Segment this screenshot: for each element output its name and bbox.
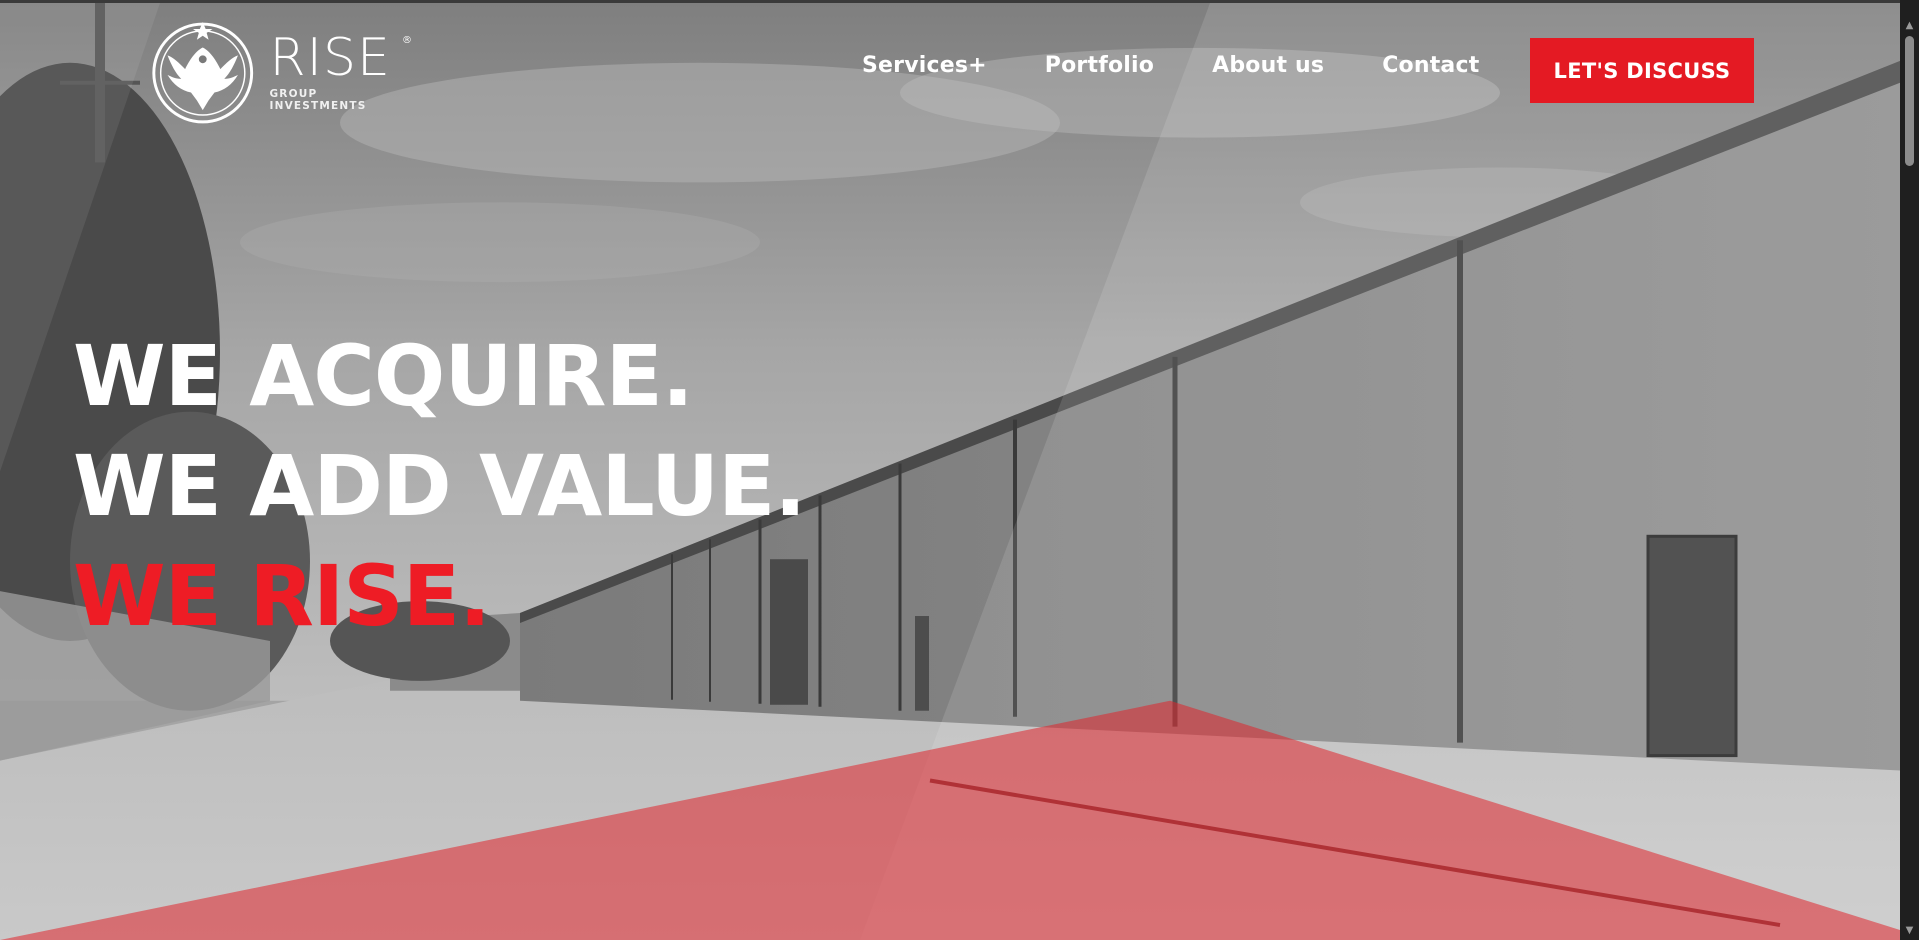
headline-line-acquire: WE ACQUIRE.: [73, 327, 694, 425]
headline-line-rise: WE RISE.: [73, 547, 491, 645]
hero-headline: WE ACQUIRE. WE ADD VALUE. WE RISE.: [73, 321, 806, 651]
nav-about[interactable]: About us: [1212, 53, 1324, 78]
hero-section: RISE GROUP INVESTMENTS ® Services+ Portf…: [0, 0, 1900, 940]
chevron-down-icon[interactable]: ▼: [1900, 921, 1919, 940]
brand-logo[interactable]: RISE GROUP INVESTMENTS: [146, 17, 416, 127]
registered-mark: ®: [402, 35, 412, 46]
chevron-up-icon[interactable]: ▲: [1900, 16, 1919, 35]
lets-discuss-button[interactable]: LET'S DISCUSS: [1530, 38, 1754, 103]
nav-portfolio[interactable]: Portfolio: [1045, 53, 1154, 78]
main-nav: Services+ Portfolio About us Contact: [862, 53, 1537, 78]
phoenix-emblem-icon: [152, 22, 254, 124]
headline-line-add-value: WE ADD VALUE.: [73, 437, 806, 535]
nav-services[interactable]: Services+: [862, 53, 987, 78]
nav-contact[interactable]: Contact: [1382, 53, 1479, 78]
brand-tagline: GROUP INVESTMENTS: [269, 88, 367, 112]
brand-name: RISE: [269, 28, 391, 88]
scrollbar-thumb[interactable]: [1905, 36, 1914, 166]
page-scrollbar[interactable]: ▲ ▼: [1900, 0, 1919, 940]
